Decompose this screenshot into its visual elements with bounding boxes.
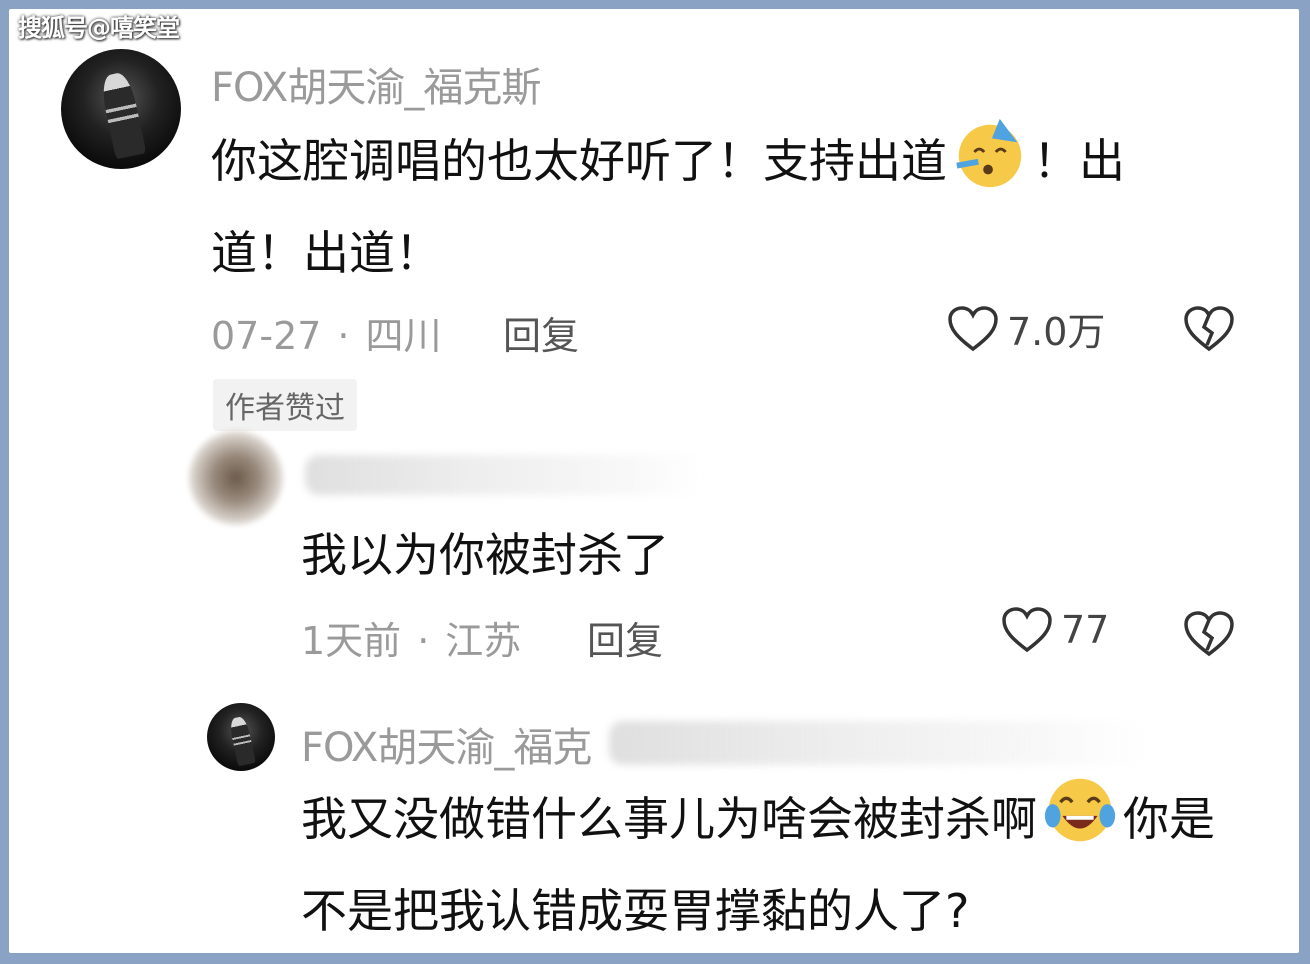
comment-text-part: 你这腔调唱的也太好听了！支持出道 <box>211 134 947 188</box>
tears-of-joy-icon <box>1044 778 1116 842</box>
reply-button[interactable]: 回复 <box>503 305 579 360</box>
comment-meta: 07-27 · 四川 <box>211 314 442 358</box>
comment-text: 我以为你被封杀了 <box>301 528 669 582</box>
avatar[interactable] <box>189 431 283 525</box>
comment-date: 1天前 <box>301 619 402 663</box>
comment-text: 我又没做错什么事儿为啥会被封杀啊 你是不是把我认错成耍胃撑黏的人了? <box>301 771 1241 957</box>
like-count: 7.0万 <box>1007 310 1106 354</box>
comment-thread: FOX胡天渝_福克斯 你这腔调唱的也太好听了！支持出道 ！出道！出道！ 07-2… <box>9 9 1299 953</box>
comment-meta: 1天前 · 江苏 <box>301 619 522 663</box>
comment-location: 四川 <box>365 314 442 358</box>
heart-icon <box>1002 607 1052 653</box>
username[interactable]: FOX胡天渝_福克斯 <box>211 55 541 113</box>
like-count: 77 <box>1061 608 1110 652</box>
like-button[interactable]: 77 <box>1001 606 1109 654</box>
reply-button[interactable]: 回复 <box>587 610 663 665</box>
author-liked-badge: 作者赞过 <box>213 379 357 431</box>
username-blurred <box>305 455 705 495</box>
comment-text: 你这腔调唱的也太好听了！支持出道 ！出道！出道！ <box>211 113 1211 299</box>
broken-heart-icon[interactable] <box>1183 305 1235 353</box>
comment-date: 07-27 <box>211 314 322 358</box>
username[interactable]: FOX胡天渝_福克 <box>301 715 592 773</box>
username-blurred <box>609 721 1149 765</box>
broken-heart-icon[interactable] <box>1183 610 1235 658</box>
watermark: 搜狐号@嘻笑堂 <box>18 14 180 42</box>
avatar[interactable] <box>61 49 181 169</box>
comment-location: 江苏 <box>445 619 522 663</box>
like-button[interactable]: 7.0万 <box>947 301 1105 356</box>
avatar[interactable] <box>207 703 275 771</box>
party-face-icon <box>956 118 1022 188</box>
comment-text-part: 我又没做错什么事儿为啥会被封杀啊 <box>301 792 1037 846</box>
heart-icon <box>948 305 998 351</box>
